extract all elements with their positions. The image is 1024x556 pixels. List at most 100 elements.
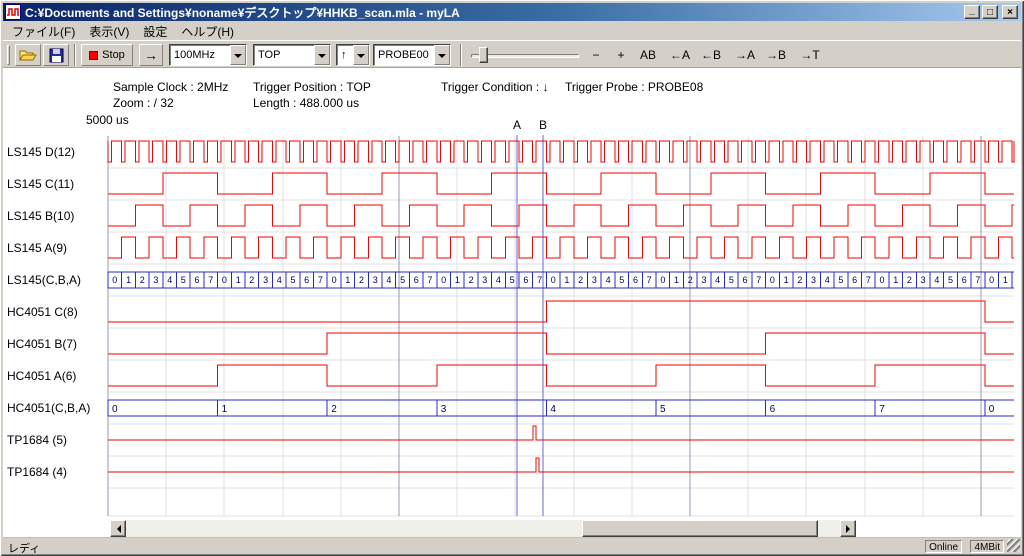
ab-button[interactable]: AB: [634, 45, 662, 65]
stop-button[interactable]: Stop: [81, 44, 133, 66]
maximize-button[interactable]: □: [982, 5, 998, 19]
svg-text:5: 5: [290, 275, 295, 285]
svg-text:5: 5: [619, 275, 624, 285]
run-button[interactable]: →: [139, 44, 163, 66]
scroll-left-button[interactable]: [110, 520, 126, 537]
goto-b-right-button[interactable]: →B: [761, 45, 791, 65]
svg-text:5: 5: [181, 275, 186, 285]
stop-button-label: Stop: [102, 49, 125, 61]
svg-text:1: 1: [126, 275, 131, 285]
scroll-thumb[interactable]: [582, 520, 818, 537]
toolbar-separator: [74, 44, 76, 66]
svg-text:1: 1: [893, 275, 898, 285]
goto-b-left-button[interactable]: ←B: [696, 45, 726, 65]
svg-text:0: 0: [770, 275, 775, 285]
dropdown-arrow-icon[interactable]: [230, 45, 246, 65]
goto-a-right-button[interactable]: →A: [730, 45, 760, 65]
dropdown-arrow-icon[interactable]: [314, 45, 330, 65]
svg-text:0: 0: [551, 275, 556, 285]
svg-text:7: 7: [208, 275, 213, 285]
menu-file[interactable]: ファイル(F): [5, 22, 82, 41]
goto-trigger-button[interactable]: →T: [795, 45, 825, 65]
status-ready-text: レディ: [8, 540, 40, 556]
minimize-button[interactable]: _: [964, 5, 980, 19]
svg-text:6: 6: [742, 275, 747, 285]
menu-view[interactable]: 表示(V): [82, 22, 136, 41]
svg-text:4: 4: [825, 275, 830, 285]
zoom-out-button[interactable]: −: [585, 45, 607, 65]
trigger-position-combo[interactable]: TOP: [253, 44, 331, 66]
svg-text:2: 2: [578, 275, 583, 285]
zoom-in-button[interactable]: +: [610, 45, 632, 65]
scroll-right-button[interactable]: [840, 520, 856, 537]
svg-text:4: 4: [934, 275, 939, 285]
marker-b-label: B: [537, 118, 549, 132]
svg-text:5: 5: [729, 275, 734, 285]
svg-text:3: 3: [921, 275, 926, 285]
menu-help[interactable]: ヘルプ(H): [174, 22, 241, 41]
svg-text:3: 3: [153, 275, 158, 285]
application-window: C:¥Documents and Settings¥noname¥デスクトップ¥…: [0, 0, 1024, 556]
svg-text:6: 6: [852, 275, 857, 285]
sample-rate-combo[interactable]: 100MHz: [169, 44, 247, 66]
svg-text:1: 1: [564, 275, 569, 285]
svg-text:1: 1: [455, 275, 460, 285]
resize-grip[interactable]: [1007, 539, 1020, 552]
length-text: Length : 488.000 us: [253, 96, 359, 110]
svg-text:2: 2: [688, 275, 693, 285]
svg-text:6: 6: [770, 404, 776, 415]
svg-text:6: 6: [523, 275, 528, 285]
svg-text:3: 3: [373, 275, 378, 285]
svg-text:0: 0: [989, 404, 995, 415]
status-memory-badge: 4MBit: [970, 540, 1004, 553]
svg-text:4: 4: [167, 275, 172, 285]
svg-text:7: 7: [537, 275, 542, 285]
svg-text:7: 7: [879, 404, 885, 415]
trigger-condition-text: Trigger Condition : ↓: [441, 80, 549, 94]
svg-text:0: 0: [660, 275, 665, 285]
svg-text:6: 6: [962, 275, 967, 285]
svg-text:2: 2: [331, 404, 337, 415]
menu-bar: ファイル(F) 表示(V) 設定 ヘルプ(H): [3, 22, 1021, 40]
probe-combo[interactable]: PROBE00: [373, 44, 451, 66]
toolbar-grip[interactable]: [7, 45, 10, 65]
waveform-canvas[interactable]: 0123456701234567012345670123456701234567…: [3, 135, 1021, 518]
svg-text:4: 4: [386, 275, 391, 285]
folder-open-icon: [19, 48, 37, 63]
floppy-icon: [49, 48, 64, 63]
right-arrow-icon: [846, 525, 854, 533]
app-icon: [5, 4, 21, 20]
title-bar[interactable]: C:¥Documents and Settings¥noname¥デスクトップ¥…: [3, 3, 1021, 21]
dropdown-arrow-icon[interactable]: [353, 45, 369, 65]
close-button[interactable]: ×: [1002, 5, 1018, 19]
slider-thumb[interactable]: [479, 47, 488, 63]
svg-text:3: 3: [592, 275, 597, 285]
sample-clock-text: Sample Clock : 2MHz: [113, 80, 228, 94]
horizontal-scrollbar[interactable]: [110, 520, 856, 537]
svg-text:6: 6: [194, 275, 199, 285]
menu-settings[interactable]: 設定: [136, 22, 174, 41]
svg-text:7: 7: [647, 275, 652, 285]
svg-text:7: 7: [866, 275, 871, 285]
svg-text:6: 6: [414, 275, 419, 285]
svg-text:7: 7: [318, 275, 323, 285]
svg-text:4: 4: [550, 404, 556, 415]
trigger-edge-combo[interactable]: ↑: [336, 44, 370, 66]
svg-text:5: 5: [400, 275, 405, 285]
svg-text:2: 2: [249, 275, 254, 285]
dropdown-arrow-icon[interactable]: [434, 45, 450, 65]
svg-text:1: 1: [784, 275, 789, 285]
svg-text:1: 1: [674, 275, 679, 285]
svg-text:5: 5: [948, 275, 953, 285]
svg-text:7: 7: [756, 275, 761, 285]
svg-text:0: 0: [989, 275, 994, 285]
run-arrow-icon: →: [144, 47, 158, 63]
left-arrow-icon: [113, 525, 121, 533]
svg-text:4: 4: [715, 275, 720, 285]
marker-a-label: A: [511, 118, 523, 132]
zoom-slider[interactable]: [469, 44, 581, 66]
open-file-button[interactable]: [15, 44, 41, 66]
save-button[interactable]: [43, 44, 69, 66]
svg-text:5: 5: [838, 275, 843, 285]
goto-a-left-button[interactable]: ←A: [665, 45, 695, 65]
